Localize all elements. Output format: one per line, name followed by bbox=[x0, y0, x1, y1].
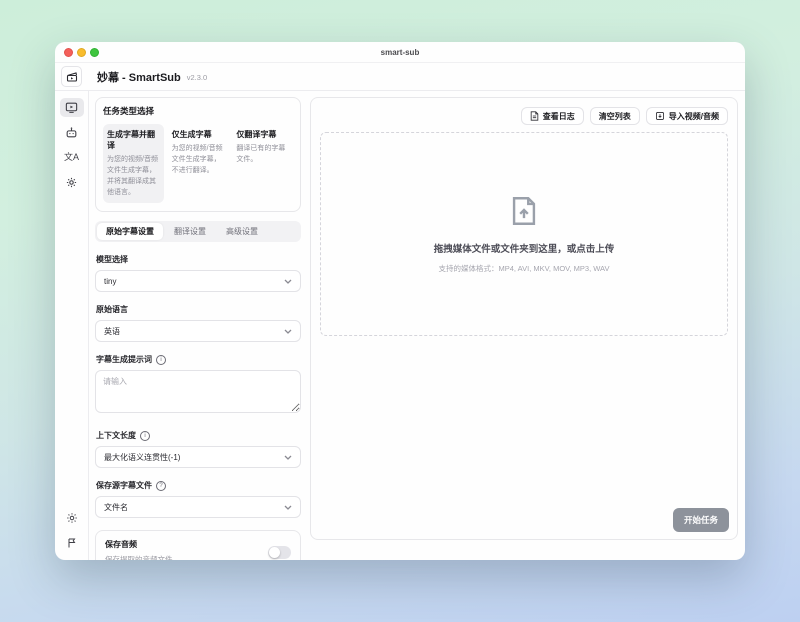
sidebar-item-theme-toggle[interactable] bbox=[60, 508, 84, 527]
sidebar-item-ai-robot[interactable] bbox=[60, 123, 84, 142]
task-card-desc: 翻译已有的字幕文件。 bbox=[236, 145, 286, 163]
view-log-button[interactable]: 查看日志 bbox=[520, 107, 584, 125]
import-media-button[interactable]: 导入视频/音频 bbox=[645, 107, 728, 125]
field-label-text: 字幕生成提示词 bbox=[96, 355, 152, 365]
task-card-translate-only[interactable]: 仅翻译字幕 翻译已有的字幕文件。 bbox=[232, 124, 293, 203]
model-select-value: tiny bbox=[104, 276, 117, 286]
task-card-desc: 为您的视频/音频文件生成字幕，并将其翻译成其他语言。 bbox=[107, 156, 158, 196]
save-audio-desc: 保存提取的音频文件 bbox=[105, 555, 173, 560]
save-audio-texts: 保存音频 保存提取的音频文件 bbox=[105, 539, 173, 560]
info-icon[interactable]: i bbox=[156, 354, 166, 365]
task-card-title: 仅生成字幕 bbox=[171, 130, 212, 139]
prompt-label: 字幕生成提示词 i bbox=[96, 354, 300, 365]
info-icon[interactable]: i bbox=[140, 430, 150, 441]
clear-list-label: 清空列表 bbox=[598, 111, 631, 121]
source-language-value: 英语 bbox=[104, 326, 120, 336]
task-card-title: 仅翻译字幕 bbox=[236, 130, 277, 139]
task-type-title: 任务类型选择 bbox=[103, 106, 155, 116]
titlebar[interactable]: smart-sub bbox=[55, 42, 745, 63]
import-download-icon bbox=[655, 111, 665, 121]
field-label-text: 保存源字幕文件 bbox=[96, 481, 152, 491]
task-card-generate-translate[interactable]: 生成字幕并翻译 为您的视频/音频文件生成字幕，并将其翻译成其他语言。 bbox=[103, 124, 164, 204]
field-label-text: 原始语言 bbox=[96, 305, 128, 315]
tab-advanced-settings[interactable]: 高级设置 bbox=[217, 223, 267, 240]
context-length-select[interactable]: 最大化语义连贯性(-1) bbox=[95, 446, 301, 469]
task-card-generate-only[interactable]: 仅生成字幕 为您的视频/音频文件生成字幕，不进行翻译。 bbox=[168, 124, 229, 203]
window-title: smart-sub bbox=[380, 47, 420, 57]
files-panel: 查看日志 清空列表 导入视频/音频 拖拽媒体文件或文件夹到这里，或点击上传 支持… bbox=[310, 97, 738, 540]
settings-panel: 任务类型选择 生成字幕并翻译 为您的视频/音频文件生成字幕，并将其翻译成其他语言… bbox=[95, 97, 301, 560]
file-upload-icon bbox=[507, 194, 541, 228]
start-task-button[interactable]: 开始任务 bbox=[672, 508, 729, 532]
tab-translation-settings[interactable]: 翻译设置 bbox=[165, 223, 215, 240]
source-language-label: 原始语言 bbox=[96, 304, 300, 315]
sun-icon bbox=[66, 512, 78, 524]
task-type-box: 任务类型选择 生成字幕并翻译 为您的视频/音频文件生成字幕，并将其翻译成其他语言… bbox=[95, 97, 301, 213]
app-logo-icon bbox=[61, 66, 82, 87]
clear-list-button[interactable]: 清空列表 bbox=[589, 107, 640, 125]
help-icon[interactable]: ? bbox=[156, 480, 166, 491]
task-card-desc: 为您的视频/音频文件生成字幕，不进行翻译。 bbox=[171, 145, 223, 174]
task-type-grid: 生成字幕并翻译 为您的视频/音频文件生成字幕，并将其翻译成其他语言。 仅生成字幕… bbox=[103, 124, 293, 204]
sidebar-item-translate[interactable]: 文A bbox=[60, 148, 84, 167]
sidebar: 文A bbox=[55, 91, 89, 560]
prompt-textarea[interactable] bbox=[95, 370, 301, 414]
app-window: smart-sub 妙幕 - SmartSub v2.3.0 文A 任务类型选择… bbox=[55, 42, 745, 560]
save-audio-toggle[interactable] bbox=[268, 545, 291, 559]
actions-row: 查看日志 清空列表 导入视频/音频 bbox=[320, 107, 728, 125]
gear-icon bbox=[65, 176, 78, 189]
model-select[interactable]: tiny bbox=[95, 270, 301, 293]
settings-tabs: 原始字幕设置 翻译设置 高级设置 bbox=[95, 221, 301, 243]
flag-icon bbox=[66, 537, 78, 549]
source-language-select[interactable]: 英语 bbox=[95, 320, 301, 343]
chevron-down-icon bbox=[284, 279, 292, 284]
sidebar-item-flag[interactable] bbox=[60, 533, 84, 552]
dropzone-formats-text: 支持的媒体格式：MP4, AVI, MKV, MOV, MP3, WAV bbox=[438, 264, 610, 273]
tab-source-subtitle-settings[interactable]: 原始字幕设置 bbox=[97, 223, 163, 241]
file-text-icon bbox=[530, 111, 539, 121]
desktop-background: smart-sub 妙幕 - SmartSub v2.3.0 文A 任务类型选择… bbox=[0, 0, 800, 622]
robot-icon bbox=[65, 126, 78, 139]
model-select-label: 模型选择 bbox=[96, 254, 300, 265]
main-content: 任务类型选择 生成字幕并翻译 为您的视频/音频文件生成字幕，并将其翻译成其他语言… bbox=[89, 91, 745, 560]
import-media-label: 导入视频/音频 bbox=[668, 111, 719, 121]
sidebar-item-video-tasks[interactable] bbox=[59, 98, 84, 117]
save-audio-box: 保存音频 保存提取的音频文件 bbox=[95, 530, 301, 560]
task-card-title: 生成字幕并翻译 bbox=[107, 130, 155, 150]
app-title: 妙幕 - SmartSub bbox=[97, 71, 181, 84]
save-source-subtitle-select[interactable]: 文件名 bbox=[95, 496, 301, 519]
app-header: 妙幕 - SmartSub v2.3.0 bbox=[55, 63, 745, 91]
video-play-icon bbox=[65, 101, 78, 114]
app-version: v2.3.0 bbox=[186, 73, 208, 82]
field-label-text: 模型选择 bbox=[96, 255, 128, 265]
toggle-knob bbox=[269, 546, 280, 558]
context-length-value: 最大化语义连贯性(-1) bbox=[104, 452, 181, 462]
context-length-label: 上下文长度 i bbox=[96, 430, 300, 441]
chevron-down-icon bbox=[284, 455, 292, 460]
chevron-down-icon bbox=[284, 505, 292, 510]
media-dropzone[interactable]: 拖拽媒体文件或文件夹到这里，或点击上传 支持的媒体格式：MP4, AVI, MK… bbox=[320, 132, 728, 336]
save-audio-title: 保存音频 bbox=[105, 540, 137, 550]
save-source-subtitle-value: 文件名 bbox=[104, 502, 128, 512]
save-source-subtitle-label: 保存源字幕文件 ? bbox=[96, 480, 300, 491]
view-log-label: 查看日志 bbox=[542, 111, 575, 121]
translate-icon: 文A bbox=[63, 152, 79, 162]
field-label-text: 上下文长度 bbox=[96, 431, 136, 441]
logo-cell bbox=[55, 66, 88, 87]
sidebar-item-settings[interactable] bbox=[60, 173, 84, 192]
dropzone-main-text: 拖拽媒体文件或文件夹到这里，或点击上传 bbox=[433, 244, 615, 255]
chevron-down-icon bbox=[284, 329, 292, 334]
